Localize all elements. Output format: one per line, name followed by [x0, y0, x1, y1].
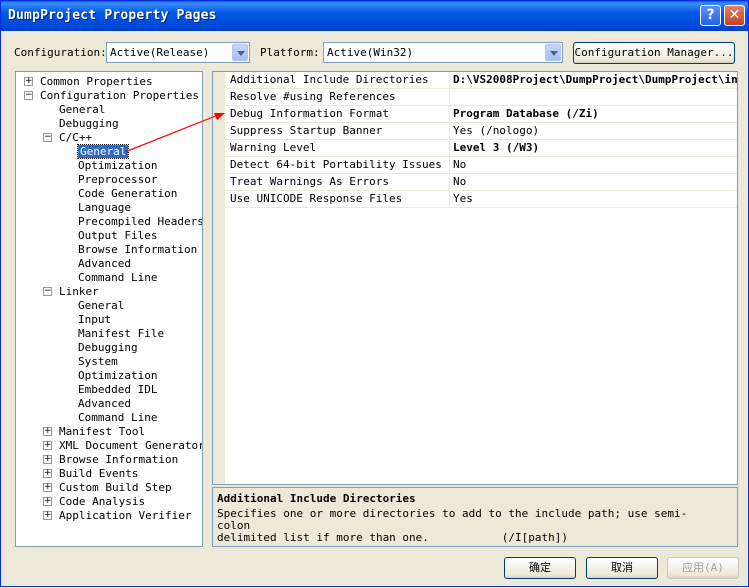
annotation-arrow	[124, 113, 225, 153]
property-pages-window: DumpProject Property Pages ? ✕ Configura…	[0, 0, 749, 587]
